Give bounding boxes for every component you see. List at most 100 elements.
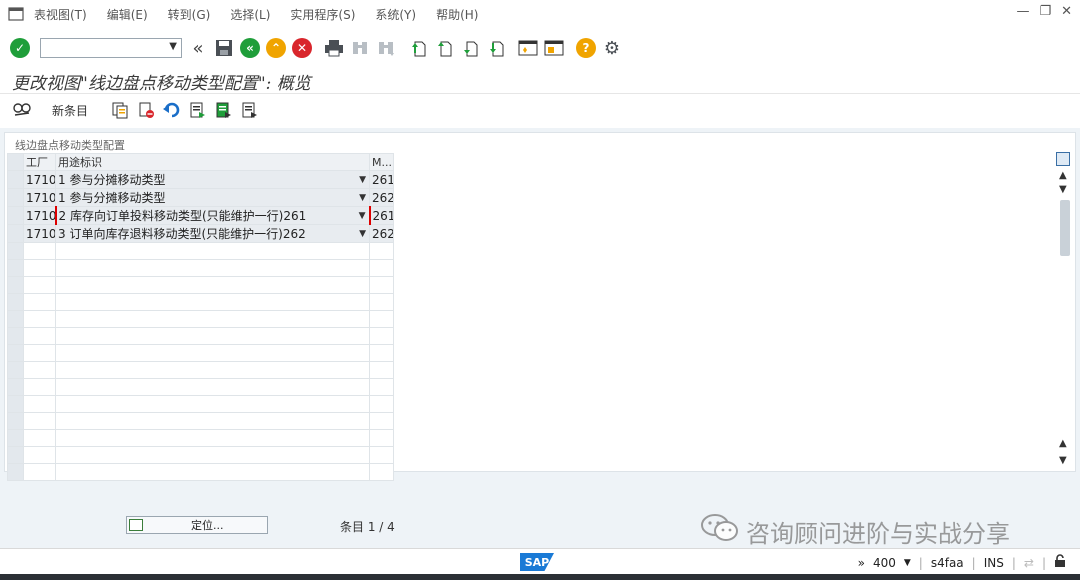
movement-type-cell[interactable]: 261 (368, 206, 394, 225)
row-selector[interactable] (7, 188, 24, 207)
movement-type-cell[interactable]: 261 (369, 170, 394, 189)
usage-dropdown[interactable]: 3 订单向库存退料移动类型(只能维护一行)262 ▼ (55, 224, 370, 243)
plant-cell[interactable]: 1710 (23, 206, 56, 225)
plant-cell[interactable] (23, 344, 56, 362)
print-icon[interactable] (322, 36, 346, 60)
menu-selection[interactable]: 选择(L) (230, 6, 270, 23)
movement-type-cell[interactable] (369, 463, 394, 481)
row-selector[interactable] (7, 242, 24, 260)
scroll-down-icon[interactable]: ▼ (1059, 455, 1067, 466)
close-icon[interactable]: ✕ (1061, 4, 1072, 19)
last-page-icon[interactable] (484, 36, 508, 60)
plant-cell[interactable] (23, 310, 56, 328)
copy-as-icon[interactable] (108, 98, 132, 122)
new-entries-button[interactable]: 新条目 (52, 102, 88, 119)
cancel-icon[interactable]: ✕ (290, 36, 314, 60)
plant-cell[interactable] (23, 327, 56, 345)
next-page-icon[interactable] (458, 36, 482, 60)
lock-icon[interactable] (1054, 554, 1066, 571)
save-icon[interactable] (212, 36, 236, 60)
select-all-icon[interactable] (186, 98, 210, 122)
row-selector[interactable] (7, 276, 24, 294)
plant-cell[interactable] (23, 378, 56, 396)
position-button[interactable]: 定位... (126, 516, 268, 534)
movement-type-cell[interactable] (369, 446, 394, 464)
previous-page-icon[interactable] (432, 36, 456, 60)
create-session-icon[interactable] (516, 36, 540, 60)
usage-cell[interactable] (55, 293, 370, 311)
plant-cell[interactable]: 1710 (23, 224, 56, 243)
menu-system[interactable]: 系统(Y) (375, 6, 416, 23)
chevron-down-icon[interactable]: ▼ (359, 211, 366, 221)
plant-cell[interactable] (23, 429, 56, 447)
row-selector[interactable] (7, 446, 24, 464)
plant-cell[interactable] (23, 412, 56, 430)
usage-cell[interactable] (55, 344, 370, 362)
help-icon[interactable]: ? (574, 36, 598, 60)
row-selector[interactable] (7, 344, 24, 362)
movement-type-cell[interactable]: 262 (369, 188, 394, 207)
movement-type-cell[interactable] (369, 412, 394, 430)
plant-cell[interactable] (23, 361, 56, 379)
usage-dropdown[interactable]: 2 库存向订单投料移动类型(只能维护一行)261 ▼ (54, 206, 370, 225)
plant-cell[interactable]: 1710 (23, 170, 56, 189)
first-page-icon[interactable] (406, 36, 430, 60)
scroll-down-icon[interactable]: ▼ (1059, 184, 1067, 195)
enter-icon[interactable]: ✓ (8, 36, 32, 60)
row-selector[interactable] (7, 412, 24, 430)
usage-cell[interactable] (55, 276, 370, 294)
scroll-up-icon[interactable]: ▲ (1059, 170, 1067, 181)
plant-cell[interactable] (23, 463, 56, 481)
chevron-down-icon[interactable]: ▼ (359, 193, 366, 203)
display-change-icon[interactable] (10, 98, 34, 122)
customize-gear-icon[interactable]: ⚙ (600, 36, 624, 60)
find-next-icon[interactable] (374, 36, 398, 60)
select-block-icon[interactable] (212, 98, 236, 122)
usage-dropdown[interactable]: 1 参与分摊移动类型 ▼ (55, 188, 370, 207)
plant-cell[interactable] (23, 446, 56, 464)
movement-type-cell[interactable] (369, 429, 394, 447)
vertical-scrollbar[interactable]: ▲ ▼ ▲ ▼ (1058, 150, 1072, 472)
movement-type-cell[interactable] (369, 293, 394, 311)
movement-type-cell[interactable]: 262 (369, 224, 394, 243)
undo-icon[interactable] (160, 98, 184, 122)
usage-cell[interactable] (55, 395, 370, 413)
usage-cell[interactable] (55, 327, 370, 345)
chevron-down-icon[interactable]: ▼ (169, 41, 177, 52)
row-selector[interactable] (7, 170, 24, 189)
usage-cell[interactable] (55, 310, 370, 328)
find-icon[interactable] (348, 36, 372, 60)
row-selector[interactable] (7, 293, 24, 311)
command-field[interactable]: ▼ (40, 38, 182, 58)
row-selector[interactable] (7, 206, 24, 225)
usage-cell[interactable] (55, 378, 370, 396)
restore-icon[interactable]: ❐ (1039, 4, 1051, 19)
chevron-down-icon[interactable]: ▼ (359, 175, 366, 185)
plant-cell[interactable] (23, 259, 56, 277)
scroll-up-icon[interactable]: ▲ (1059, 438, 1067, 449)
movement-type-cell[interactable] (369, 327, 394, 345)
row-selector[interactable] (7, 429, 24, 447)
row-selector[interactable] (7, 361, 24, 379)
menu-help[interactable]: 帮助(H) (436, 6, 478, 23)
movement-type-cell[interactable] (369, 378, 394, 396)
chevron-down-icon[interactable]: ▼ (359, 229, 366, 239)
exit-icon[interactable]: ⌃ (264, 36, 288, 60)
row-selector[interactable] (7, 463, 24, 481)
menu-table-view[interactable]: 表视图(T) (34, 6, 87, 23)
select-all-column-button[interactable] (7, 153, 24, 171)
plant-cell[interactable]: 1710 (23, 188, 56, 207)
scrollbar-thumb[interactable] (1060, 200, 1070, 256)
row-selector[interactable] (7, 378, 24, 396)
minimize-icon[interactable]: — (1016, 4, 1029, 19)
expand-status-icon[interactable]: » (858, 556, 865, 570)
usage-cell[interactable] (55, 242, 370, 260)
column-header-movement-type[interactable]: M... (369, 153, 394, 171)
delete-icon[interactable] (134, 98, 158, 122)
usage-cell[interactable] (55, 429, 370, 447)
plant-cell[interactable] (23, 395, 56, 413)
usage-cell[interactable] (55, 463, 370, 481)
usage-dropdown[interactable]: 1 参与分摊移动类型 ▼ (55, 170, 370, 189)
row-selector[interactable] (7, 395, 24, 413)
row-selector[interactable] (7, 327, 24, 345)
